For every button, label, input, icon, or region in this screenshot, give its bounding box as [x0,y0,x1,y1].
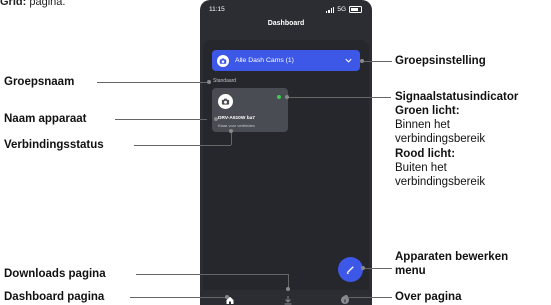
label-edit-menu-1: Apparaten bewerken [395,251,509,263]
top-cut-text: Grid: pagina. [0,0,65,8]
group-name: Standaard [213,78,237,84]
tab-downloads[interactable] [283,292,295,305]
dot-connection-status [229,129,233,133]
group-selector[interactable]: Alle Dash Cams (1) [212,50,360,71]
label-downloads-page: Downloads pagina [4,268,106,280]
label-red-line2: verbindingsbereik [395,176,486,188]
dot-about [344,295,348,299]
chevron-down-icon [345,58,352,63]
group-selector-label: Alle Dash Cams (1) [235,57,294,64]
phone-screenshot: 11:15 5G Dashboard Alle Dash Cams (1) St… [200,0,372,305]
status-bar: 11:15 5G [200,6,372,18]
label-group-name: Groepsnaam [4,76,75,88]
device-card[interactable]: DRV-A510W ba7 Klaar voor verbinden [212,88,288,132]
line-downloads [136,274,288,275]
line-connection-status [134,145,231,146]
vline-connection-status [231,131,232,145]
dot-edit-menu [361,266,365,270]
status-icons: 5G [326,6,362,13]
label-green-title: Groen licht: [395,105,460,117]
signal-bars-icon [326,6,335,13]
screen-title: Dashboard [267,20,305,27]
top-cut-bold: Grid: [0,0,27,8]
dot-dashboard [225,295,229,299]
label-connection-status: Verbindingsstatus [4,139,104,151]
label-red-title: Rood licht: [395,148,456,160]
edit-devices-button[interactable] [338,257,363,282]
dot-group-setting [360,59,364,63]
network-label: 5G [337,6,346,13]
signal-status-dot [277,95,281,99]
dashboard-panel: Alle Dash Cams (1) Standaard DRV-A510W b… [203,40,369,290]
device-camera-icon [218,94,233,109]
device-status: Klaar voor verbinden [218,123,255,128]
line-group-name [97,82,208,83]
line-device-name [115,119,207,120]
top-cut-rest: pagina. [26,0,66,8]
label-dashboard-page: Dashboard pagina [4,291,105,303]
label-signal-indicator: Signaalstatusindicator [395,91,519,103]
label-green-line2: verbindingsbereik [395,133,486,145]
line-group-setting [362,61,392,62]
line-signal [287,97,391,98]
device-name: DRV-A510W ba7 [218,116,255,121]
dot-device-name [214,117,218,121]
line-about [346,297,392,298]
label-edit-menu-2: menu [395,265,426,277]
camera-icon [217,54,229,67]
vline-downloads [288,274,289,288]
label-device-name: Naam apparaat [4,113,87,125]
battery-icon [349,6,362,13]
status-time: 11:15 [209,6,225,13]
label-green-line1: Binnen het [395,119,450,131]
pencil-icon [346,266,354,274]
label-about-page: Over pagina [395,291,462,303]
download-icon [284,296,292,305]
label-red-line1: Buiten het [395,162,447,174]
dot-signal [285,95,289,99]
dot-group-name [207,80,211,84]
line-edit-menu [363,268,392,269]
line-dashboard [130,297,227,298]
label-group-setting: Groepsinstelling [395,55,486,67]
dot-downloads [286,287,290,291]
